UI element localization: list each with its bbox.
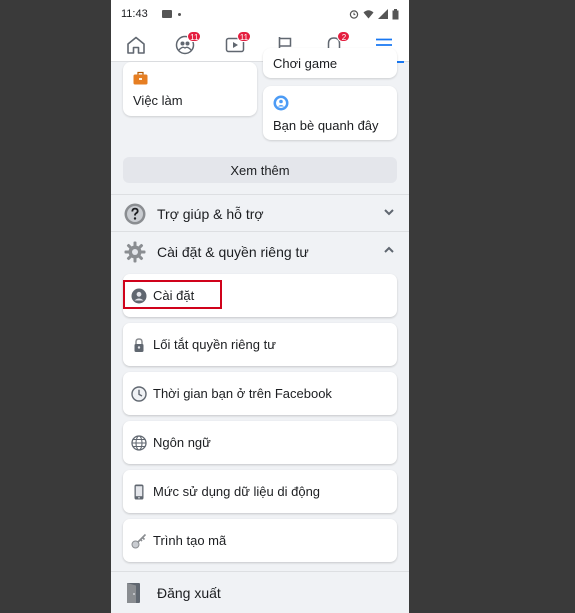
globe-icon	[131, 434, 147, 451]
shortcut-jobs[interactable]: Việc làm	[123, 62, 257, 116]
divider	[111, 194, 409, 195]
shortcut-jobs-label: Việc làm	[133, 93, 183, 108]
shortcut-nearby-label: Bạn bè quanh đây	[273, 118, 379, 133]
gear-icon	[124, 241, 146, 263]
notifications-badge: 2	[337, 30, 351, 42]
friends-badge: 11	[187, 30, 202, 42]
divider	[111, 231, 409, 232]
wifi-icon	[363, 10, 374, 19]
menu-item-time-on-facebook[interactable]: Thời gian bạn ở trên Facebook	[123, 372, 397, 415]
status-time: 11:43	[121, 8, 148, 20]
status-bar: 11:43	[111, 0, 409, 28]
logout-row[interactable]: Đăng xuất	[111, 572, 409, 613]
briefcase-icon	[133, 71, 148, 85]
highlight-box	[123, 280, 222, 309]
nav-home[interactable]	[116, 28, 156, 62]
lock-icon	[134, 337, 144, 352]
menu-item-code-generator-label: Trình tạo mã	[153, 533, 227, 548]
menu-item-privacy-shortcuts-label: Lối tắt quyền riêng tư	[153, 337, 276, 352]
help-support-section[interactable]: Trợ giúp & hỗ trợ	[111, 197, 409, 231]
see-more-button[interactable]: Xem thêm	[123, 157, 397, 183]
menu-item-language[interactable]: Ngôn ngữ	[123, 421, 397, 464]
alarm-icon	[349, 10, 359, 19]
door-icon	[127, 582, 140, 603]
nav-watch[interactable]: 11	[215, 28, 255, 62]
watch-badge: 11	[236, 30, 252, 42]
phone-icon	[134, 484, 144, 499]
menu-item-privacy-shortcuts[interactable]: Lối tắt quyền riêng tư	[123, 323, 397, 366]
chevron-down-icon	[384, 209, 394, 216]
notification-icon	[161, 10, 172, 18]
menu-item-mobile-data[interactable]: Mức sử dụng dữ liệu di động	[123, 470, 397, 513]
dot-icon	[177, 12, 181, 16]
key-icon	[131, 533, 147, 548]
nav-friends[interactable]: 11	[165, 28, 205, 62]
settings-privacy-label: Cài đặt & quyền riêng tư	[157, 244, 309, 260]
menu-item-time-label: Thời gian bạn ở trên Facebook	[153, 386, 332, 401]
settings-privacy-section[interactable]: Cài đặt & quyền riêng tư	[111, 235, 409, 269]
signal-icon	[378, 9, 388, 19]
menu-item-code-generator[interactable]: Trình tạo mã	[123, 519, 397, 562]
logout-label: Đăng xuất	[157, 584, 221, 601]
chevron-up-icon	[384, 246, 394, 253]
clock-icon	[131, 385, 147, 402]
shortcut-games-label: Chơi game	[273, 56, 338, 71]
phone-screen: 11:43 11 11 2 Việc làm Chơi game Bạn bè …	[111, 0, 409, 613]
menu-item-language-label: Ngôn ngữ	[153, 435, 211, 450]
question-icon	[124, 203, 146, 225]
battery-icon	[392, 8, 399, 19]
menu-item-mobile-data-label: Mức sử dụng dữ liệu di động	[153, 484, 321, 499]
help-support-label: Trợ giúp & hỗ trợ	[157, 206, 264, 222]
shortcut-games[interactable]: Chơi game	[263, 48, 397, 78]
shortcut-nearby-friends[interactable]: Bạn bè quanh đây	[263, 86, 397, 140]
home-icon	[127, 36, 145, 54]
nearby-friends-icon	[273, 95, 289, 111]
